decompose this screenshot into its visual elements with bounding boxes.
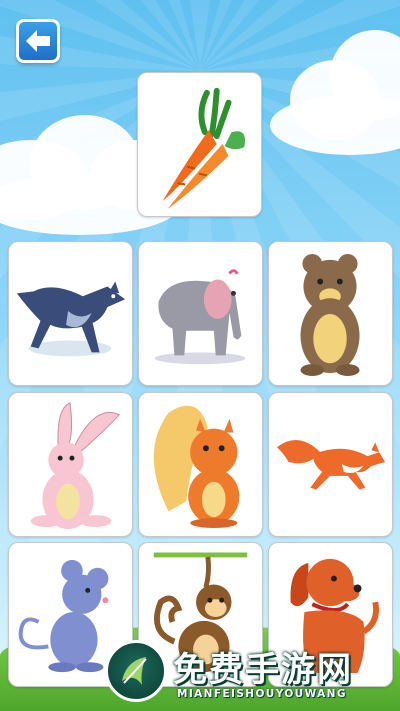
elephant-illustration [154,269,246,365]
choice-card-bear[interactable] [268,241,393,386]
squirrel-illustration [153,405,240,528]
choice-card-wolf[interactable] [8,241,133,386]
target-card-carrot [137,72,262,217]
choice-card-elephant[interactable] [138,241,263,386]
fox-illustration [276,439,386,490]
carrot-illustration [162,87,246,209]
back-button[interactable] [16,19,60,63]
choice-card-fox[interactable] [268,392,393,537]
bear-illustration [300,253,360,376]
arrow-left-icon [26,30,50,52]
choice-card-rabbit[interactable] [8,392,133,537]
watermark-subtitle: MIANFEISHOUYOUWANG [177,688,347,700]
choice-card-squirrel[interactable] [138,392,263,537]
leaf-logo-icon [122,657,147,685]
watermark-logo [105,640,167,702]
wolf-illustration [16,281,126,357]
rabbit-illustration [30,402,121,529]
watermark-title: 免费手游网 [173,650,353,690]
watermark: 免费手游网 MIANFEISHOUYOUWANG [105,640,395,710]
